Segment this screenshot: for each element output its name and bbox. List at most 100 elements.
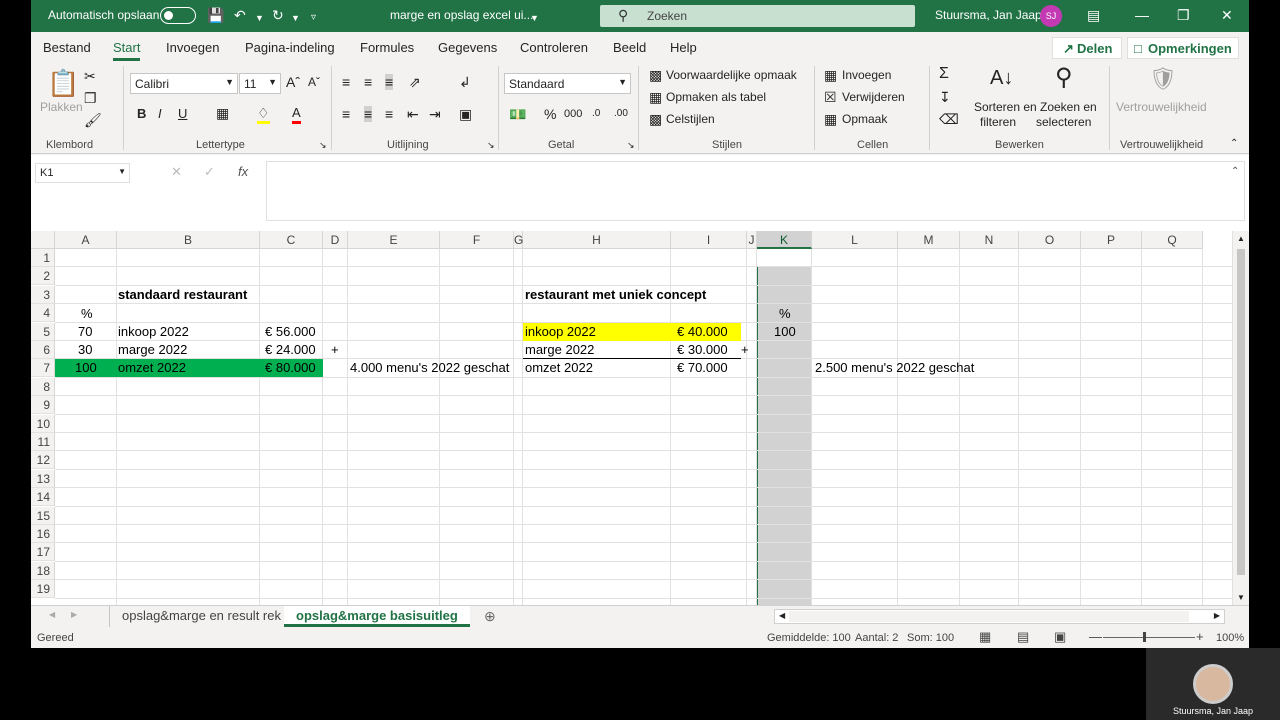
- redo-icon[interactable]: ↻: [272, 6, 284, 24]
- delete-cells-icon[interactable]: ☒: [824, 89, 837, 105]
- italic-button[interactable]: I: [158, 106, 162, 122]
- conditional-format-icon[interactable]: ▩: [649, 67, 662, 83]
- font-size-combo[interactable]: 11 ▼: [239, 73, 281, 94]
- row-header-9[interactable]: 9: [31, 396, 55, 415]
- cell-h6[interactable]: marge 2022: [525, 341, 594, 359]
- fill-icon[interactable]: ↧: [939, 89, 951, 105]
- column-header-n[interactable]: N: [960, 231, 1019, 249]
- cell-b7[interactable]: omzet 2022: [118, 359, 186, 377]
- avatar[interactable]: SJ: [1040, 5, 1062, 27]
- align-top-icon[interactable]: ≡: [342, 74, 350, 90]
- title-dropdown-icon[interactable]: ▼: [530, 9, 539, 27]
- zoom-slider[interactable]: [1103, 637, 1195, 638]
- number-format-combo[interactable]: Standaard ▼: [504, 73, 631, 94]
- cell-d6[interactable]: +: [331, 341, 339, 359]
- find-select-button[interactable]: Zoeken en: [1040, 100, 1097, 114]
- format-cells-icon[interactable]: ▦: [824, 111, 837, 127]
- font-name-combo[interactable]: Calibri ▼: [130, 73, 238, 94]
- column-header-i[interactable]: I: [671, 231, 747, 249]
- column-header-p[interactable]: P: [1081, 231, 1142, 249]
- cell-k4[interactable]: %: [779, 305, 791, 323]
- row-header-6[interactable]: 6: [31, 341, 55, 359]
- cell-b5[interactable]: inkoop 2022: [118, 323, 189, 341]
- vertical-scrollbar[interactable]: ▲ ▼: [1232, 231, 1249, 605]
- row-header-12[interactable]: 12: [31, 451, 55, 470]
- format-as-table-button[interactable]: Opmaken als tabel: [666, 90, 766, 104]
- zoom-level[interactable]: 100%: [1216, 632, 1244, 644]
- insert-cells-button[interactable]: Invoegen: [842, 68, 891, 82]
- paste-label[interactable]: Plakken: [40, 100, 83, 114]
- increase-font-icon[interactable]: Aˆ: [286, 74, 300, 90]
- cell-a5[interactable]: 70: [78, 323, 92, 341]
- h-scroll-thumb[interactable]: [789, 611, 1189, 622]
- cut-icon[interactable]: ✂: [84, 68, 96, 84]
- align-middle-icon[interactable]: ≡: [364, 74, 372, 90]
- increase-indent-icon[interactable]: ⇥: [429, 106, 441, 122]
- currency-icon[interactable]: 💵: [509, 106, 526, 122]
- scroll-right-icon[interactable]: ▶: [1214, 611, 1220, 620]
- horizontal-scrollbar[interactable]: ◀ ▶: [774, 609, 1225, 624]
- column-header-h[interactable]: H: [523, 231, 671, 249]
- borders-icon[interactable]: ▦: [216, 105, 229, 121]
- cell-h5[interactable]: inkoop 2022: [525, 323, 596, 341]
- wrap-text-icon[interactable]: ↲: [459, 74, 471, 90]
- column-header-e[interactable]: E: [348, 231, 440, 249]
- row-header-15[interactable]: 15: [31, 506, 55, 525]
- delete-cells-button[interactable]: Verwijderen: [842, 90, 905, 104]
- row-header-17[interactable]: 17: [31, 543, 55, 562]
- row-header-16[interactable]: 16: [31, 525, 55, 543]
- orientation-icon[interactable]: ⇗: [409, 74, 421, 90]
- scroll-left-icon[interactable]: ◀: [779, 611, 785, 620]
- row-header-7[interactable]: 7: [31, 359, 55, 378]
- tab-help[interactable]: Help: [670, 40, 697, 55]
- row-header-1[interactable]: 1: [31, 249, 55, 267]
- align-bottom-icon[interactable]: ≡: [385, 74, 394, 90]
- underline-button[interactable]: U: [178, 106, 187, 122]
- cell-c7[interactable]: € 80.000: [265, 359, 316, 377]
- sensitivity-icon[interactable]: 🛡: [1149, 66, 1177, 92]
- sheet-tab-1[interactable]: opslag&marge en result rek: [109, 606, 294, 627]
- clear-icon[interactable]: ⌫: [939, 111, 959, 127]
- row-header-13[interactable]: 13: [31, 469, 55, 488]
- row-header-4[interactable]: 4: [31, 304, 55, 323]
- redo-dropdown-icon[interactable]: ▼: [291, 9, 300, 27]
- customize-qat-icon[interactable]: ▿: [311, 9, 316, 27]
- cell-a4[interactable]: %: [81, 305, 93, 323]
- column-header-c[interactable]: C: [260, 231, 323, 249]
- scroll-thumb[interactable]: [1237, 249, 1245, 575]
- close-icon[interactable]: ✕: [1221, 6, 1233, 24]
- restore-icon[interactable]: ❐: [1177, 6, 1190, 24]
- tab-formules[interactable]: Formules: [360, 40, 414, 55]
- dialog-launcher-icon[interactable]: ↘: [627, 137, 635, 153]
- cell-l7[interactable]: 2.500 menu's 2022 geschat: [815, 359, 974, 377]
- tab-start[interactable]: Start: [113, 40, 141, 61]
- row-header-5[interactable]: 5: [31, 322, 55, 341]
- percent-icon[interactable]: %: [544, 106, 556, 122]
- zoom-slider-thumb[interactable]: [1143, 632, 1146, 642]
- cell-a6[interactable]: 30: [78, 341, 92, 359]
- scroll-up-icon[interactable]: ▲: [1237, 234, 1245, 243]
- prev-sheet-icon[interactable]: ◀: [49, 610, 55, 619]
- tab-beeld[interactable]: Beeld: [613, 40, 646, 55]
- save-icon[interactable]: 💾: [207, 6, 224, 24]
- sort-filter-button[interactable]: Sorteren en: [974, 100, 1037, 114]
- conditional-format-button[interactable]: Voorwaardelijke opmaak: [666, 68, 797, 82]
- increase-decimal-icon[interactable]: .0: [592, 106, 600, 122]
- user-name[interactable]: Stuursma, Jan Jaap: [935, 8, 1042, 22]
- add-sheet-icon[interactable]: ⊕: [484, 608, 496, 625]
- copy-icon[interactable]: ❐: [84, 90, 97, 106]
- cell-k5[interactable]: 100: [774, 323, 796, 341]
- cell-styles-icon[interactable]: ▩: [649, 111, 662, 127]
- document-title[interactable]: marge en opslag excel ui...: [390, 8, 533, 22]
- cell-c6[interactable]: € 24.000: [265, 341, 316, 359]
- cell-h7[interactable]: omzet 2022: [525, 359, 593, 377]
- cell-b3[interactable]: standaard restaurant: [118, 286, 247, 304]
- column-header-a[interactable]: A: [55, 231, 117, 249]
- fill-color-icon[interactable]: ♢: [257, 105, 270, 124]
- sheet-tab-2[interactable]: opslag&marge basisuitleg: [284, 606, 470, 627]
- insert-function-icon[interactable]: fx: [238, 164, 248, 179]
- zoom-out-icon[interactable]: —: [1089, 629, 1102, 644]
- decrease-indent-icon[interactable]: ⇤: [407, 106, 419, 122]
- dialog-launcher-icon[interactable]: ↘: [487, 137, 495, 153]
- minimize-icon[interactable]: —: [1135, 6, 1149, 24]
